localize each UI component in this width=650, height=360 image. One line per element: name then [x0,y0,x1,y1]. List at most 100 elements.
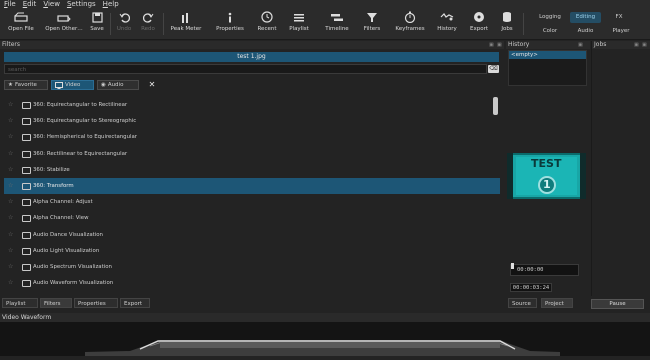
favorite-star-icon[interactable]: ☆ [8,194,13,210]
pause-jobs-button[interactable]: Pause [591,299,644,309]
filter-list-item[interactable]: ☆ Audio Spectrum Visualization [4,259,500,275]
keyframes-label: Keyframes [395,26,425,32]
history-button[interactable]: History [433,9,461,39]
filter-list-item[interactable]: ☆ 360: Stabilize [4,162,500,178]
layout-editing-button[interactable]: Editing [570,12,601,23]
dock-float-icon[interactable]: ▣ [578,42,583,48]
recent-label: Recent [257,26,277,32]
redo-button[interactable]: Redo [138,9,158,39]
open-other-button[interactable]: Open Other… [44,9,84,39]
tab-export[interactable]: Export [120,298,150,308]
filters-label: Filters [363,26,381,32]
timeline-label: Timeline [325,26,349,32]
funnel-icon [367,12,377,22]
tab-project[interactable]: Project [541,298,573,308]
properties-button[interactable]: Properties [210,9,250,39]
filter-list-item[interactable]: ☆ 360: Rectilinear to Equirectangular [4,146,500,162]
monitor-icon [22,182,31,190]
history-item[interactable]: <empty> [509,51,586,59]
filter-item-label: Alpha Channel: View [33,215,89,222]
filter-list-item[interactable]: ☆ Alpha Channel: Adjust [4,194,500,210]
menu-help[interactable]: Help [99,0,122,9]
favorite-star-icon[interactable]: ☆ [8,129,13,145]
dock-close-icon[interactable]: ▣ [642,42,647,48]
toolbar-separator [110,13,111,35]
position-timecode[interactable]: 00:00:00 [510,264,579,276]
undo-button[interactable]: Undo [114,9,134,39]
filter-list-item[interactable]: ☆ Alpha Channel: View [4,210,500,226]
tab-playlist[interactable]: Playlist [2,298,38,308]
filter-item-label: Audio Dance Visualization [33,231,103,238]
filter-item-label: 360: Equirectangular to Rectilinear [33,102,128,108]
tab-favorite[interactable]: ★ Favorite [4,80,48,90]
favorite-star-icon[interactable]: ☆ [8,259,13,275]
open-other-label: Open Other… [45,26,83,32]
menu-settings[interactable]: Settings [63,0,99,9]
menu-edit[interactable]: Edit [19,0,40,9]
favorite-star-icon[interactable]: ☆ [8,275,13,291]
playlist-icon [294,13,304,21]
favorite-star-icon[interactable]: ☆ [8,227,13,243]
tab-video[interactable]: Video [51,80,94,90]
filter-list-item[interactable]: ☆ Audio Light Visualization [4,243,500,259]
favorite-star-icon[interactable]: ☆ [8,162,13,178]
playhead-marker[interactable] [511,263,514,269]
menu-file[interactable]: File [0,0,19,9]
filter-search-input[interactable]: search [4,64,487,74]
playlist-button[interactable]: Playlist [284,9,314,39]
filter-list-item[interactable]: ☆ 360: Equirectangular to Rectilinear [4,97,500,113]
menu-view[interactable]: View [39,0,63,9]
filter-list-item[interactable]: ☆ 360: Transform [4,177,500,195]
layout-logging-button[interactable]: Logging [533,12,567,23]
close-icon: ✕ [148,80,156,89]
vertical-scrollbar[interactable] [493,97,498,115]
video-preview[interactable]: TEST 1 [507,153,586,199]
jobs-button[interactable]: Jobs [497,9,517,39]
favorite-star-icon[interactable]: ☆ [8,146,13,162]
layout-player-button[interactable]: Player [606,26,636,37]
filter-list-item[interactable]: ☆ 360: Equirectangular to Stereographic [4,113,500,129]
filter-list-item[interactable]: ☆ Audio Waveform Visualization [4,275,500,291]
filter-list-item[interactable]: ☆ 360: Hemispherical to Equirectangular [4,129,500,145]
dock-close-icon[interactable]: ▣ [497,42,502,48]
peak-meter-icon [182,12,188,23]
current-file-label: test 1.jpg [4,52,499,62]
tab-filters[interactable]: Filters [40,298,72,308]
timeline-icon [331,13,343,21]
peak-meter-button[interactable]: Peak Meter [167,9,205,39]
filter-item-label: 360: Transform [33,182,74,189]
filter-list: ☆ 360: Equirectangular to Rectilinear ☆ 360… [4,97,500,295]
dock-float-icon[interactable]: ▣ [634,42,639,48]
peak-meter-label: Peak Meter [170,26,202,32]
filter-list-item[interactable]: ☆ Audio Dance Visualization [4,227,500,243]
export-icon [474,12,484,22]
tab-properties[interactable]: Properties [74,298,118,308]
filters-button[interactable]: Filters [358,9,386,39]
filters-header: Filters [0,41,504,49]
layout-audio-button[interactable]: Audio [570,26,601,37]
waveform-graph [0,322,650,356]
monitor-icon [22,166,31,174]
save-button[interactable]: Save [87,9,107,39]
jobs-panel: Jobs ▣ ▣ [591,41,650,296]
favorite-star-icon[interactable]: ☆ [8,210,13,226]
close-filter-button[interactable]: ✕ [147,80,157,90]
recent-button[interactable]: Recent [255,9,279,39]
favorite-star-icon[interactable]: ☆ [8,113,13,129]
open-file-button[interactable]: Open File [4,9,38,39]
monitor-icon [22,134,31,142]
monitor-icon [22,231,31,239]
monitor-icon [22,102,31,109]
layout-fx-button[interactable]: FX [606,12,632,23]
tab-audio[interactable]: ◉ Audio [97,80,139,90]
keyframes-button[interactable]: Keyframes [392,9,428,39]
favorite-star-icon[interactable]: ☆ [8,178,13,194]
clear-search-button[interactable]: ⌫ [488,65,499,73]
tab-source[interactable]: Source [508,298,537,308]
favorite-star-icon[interactable]: ☆ [8,243,13,259]
favorite-star-icon[interactable]: ☆ [8,97,13,113]
timeline-button[interactable]: Timeline [321,9,353,39]
layout-color-button[interactable]: Color [533,26,567,37]
dock-float-icon[interactable]: ▣ [489,42,494,48]
export-button[interactable]: Export [466,9,492,39]
